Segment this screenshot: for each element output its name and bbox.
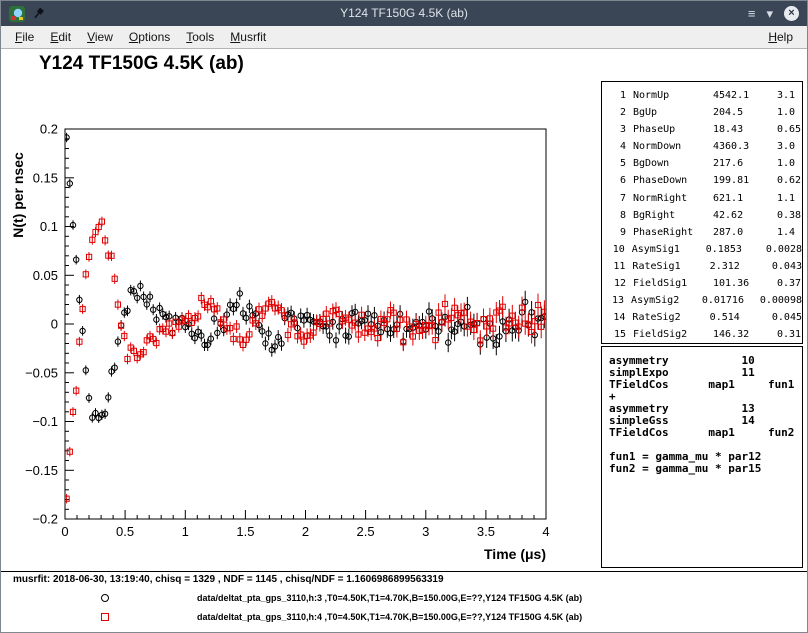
legend-label: data/deltat_pta_gps_3110,h:3 ,T0=4.50K,T… [197, 593, 582, 603]
shade-icon[interactable]: ▾ [766, 6, 773, 21]
svg-text:−0.05: −0.05 [25, 365, 58, 380]
svg-text:0.05: 0.05 [33, 268, 58, 283]
svg-text:0.5: 0.5 [116, 524, 134, 539]
menubar: File Edit View Options Tools Musrfit Hel… [1, 26, 807, 49]
svg-text:0.1: 0.1 [40, 219, 58, 234]
root-canvas: Y124 TF150G 4.5K (ab) 0 0.5 1 1.5 2 2.5 3 3.5 4 −… [1, 49, 807, 633]
legend-item-h4: data/deltat_pta_gps_3110,h:4 ,T0=4.50K,T… [101, 610, 582, 624]
parameter-row: 14RateSig20.5140.045 [609, 309, 802, 326]
svg-text:1.5: 1.5 [236, 524, 254, 539]
square-marker-icon [101, 613, 109, 621]
menu-file[interactable]: File [7, 27, 42, 47]
fit-stats: musrfit: 2018-06-30, 13:19:40, chisq = 1… [13, 574, 444, 585]
menu-options[interactable]: Options [121, 27, 178, 47]
svg-text:2.5: 2.5 [357, 524, 375, 539]
svg-text:2: 2 [302, 524, 309, 539]
parameter-row: 8BgRight42.620.38 [609, 207, 802, 224]
musr-asymmetry-plot[interactable]: 0 0.5 1 1.5 2 2.5 3 3.5 4 −0.2 −0.15 −0.1 −0.05 0 0.05… [1, 96, 601, 581]
parameter-row: 4NormDown4360.33.0 [609, 138, 802, 155]
parameter-row: 2BgUp204.51.0 [609, 104, 802, 121]
svg-text:0.15: 0.15 [33, 170, 58, 185]
svg-text:3.5: 3.5 [477, 524, 495, 539]
menu-help[interactable]: Help [760, 27, 801, 47]
svg-text:1: 1 [182, 524, 189, 539]
app-icon[interactable] [9, 6, 25, 22]
info-separator [1, 571, 807, 572]
menu-tools[interactable]: Tools [178, 27, 222, 47]
window-menu-icon[interactable]: ≡ [748, 6, 756, 21]
parameter-row: 1NormUp4542.13.1 [609, 87, 802, 104]
titlebar: Y124 TF150G 4.5K (ab) ≡ ▾ × [1, 1, 807, 26]
svg-text:0.2: 0.2 [40, 122, 58, 137]
svg-text:0: 0 [61, 524, 68, 539]
legend-label: data/deltat_pta_gps_3110,h:4 ,T0=4.50K,T… [197, 612, 582, 622]
svg-text:−0.15: −0.15 [25, 463, 58, 478]
svg-text:3: 3 [422, 524, 429, 539]
theory-line: fun2 = gamma_mu * par15 [609, 463, 802, 475]
svg-text:Time (μs): Time (μs) [484, 546, 546, 562]
parameter-row: 9PhaseRight287.01.4 [609, 224, 802, 241]
menu-view[interactable]: View [79, 27, 121, 47]
plot-title: Y124 TF150G 4.5K (ab) [39, 53, 244, 75]
parameter-row: 5BgDown217.61.0 [609, 155, 802, 172]
parameter-row: 11RateSig12.3120.043 [609, 258, 802, 275]
legend-item-h3: data/deltat_pta_gps_3110,h:3 ,T0=4.50K,T… [101, 591, 582, 605]
parameter-row: 12FieldSig1101.360.37 [609, 275, 802, 292]
menu-musrfit[interactable]: Musrfit [222, 27, 274, 47]
theory-line: TFieldCos map1 fun1 [609, 379, 802, 391]
parameter-row: 10AsymSig10.18530.0028 [609, 241, 802, 258]
parameter-row: 13AsymSig20.017160.00098 [609, 292, 802, 309]
pin-icon[interactable] [32, 7, 45, 20]
parameter-row: 7NormRight621.11.1 [609, 190, 802, 207]
theory-line: TFieldCos map1 fun2 [609, 427, 802, 439]
svg-text:4: 4 [542, 524, 549, 539]
theory-box: asymmetry 10simplExpo 11TFieldCos map1 f… [601, 346, 803, 568]
circle-marker-icon [101, 594, 109, 602]
svg-text:−0.1: −0.1 [32, 414, 58, 429]
window-title: Y124 TF150G 4.5K (ab) [1, 1, 807, 26]
parameter-row: 15FieldSig2146.320.31 [609, 326, 802, 343]
parameter-table: 1NormUp4542.13.12BgUp204.51.03PhaseUp18.… [601, 81, 803, 344]
parameter-row: 6PhaseDown199.810.62 [609, 172, 802, 189]
svg-text:−0.2: −0.2 [32, 512, 58, 527]
musrview-window: Y124 TF150G 4.5K (ab) ≡ ▾ × File Edit Vi… [0, 0, 808, 633]
svg-text:N(t) per nsec: N(t) per nsec [10, 152, 26, 238]
close-icon[interactable]: × [784, 6, 799, 21]
parameter-row: 3PhaseUp18.430.65 [609, 121, 802, 138]
menu-edit[interactable]: Edit [42, 27, 79, 47]
svg-text:0: 0 [51, 317, 58, 332]
